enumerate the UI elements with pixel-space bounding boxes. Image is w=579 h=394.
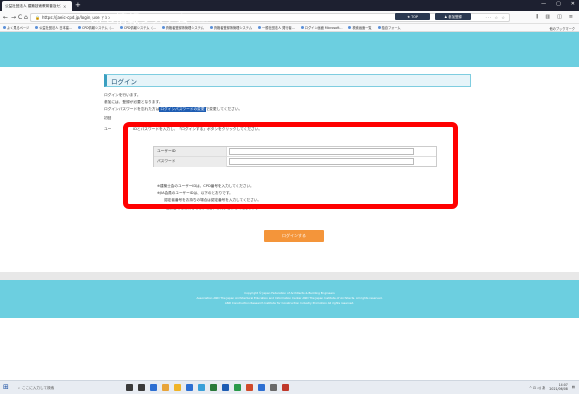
bookmark-item[interactable]: よく見るページ — [3, 25, 29, 30]
top-button[interactable]: ★ TOP — [395, 13, 430, 20]
password-change-link[interactable]: ログインパスワードの変更 — [159, 107, 206, 112]
bookmarks-bar: よく見るページ 公益社団法人 日本建... CPD情報システム（... CPD情… — [0, 24, 579, 32]
home-icon: ★ — [407, 14, 411, 19]
taskbar-app-icon[interactable] — [210, 384, 217, 391]
bookmark-icon — [3, 26, 6, 29]
taskbar-app-icon[interactable] — [174, 384, 181, 391]
taskbar-app-icon[interactable] — [138, 384, 145, 391]
taskbar-app-icon[interactable] — [186, 384, 193, 391]
window-controls: — ▢ ✕ — [541, 1, 575, 7]
menu-icon[interactable]: ≡ — [569, 14, 573, 20]
maximize-icon[interactable]: ▢ — [556, 1, 561, 7]
footer-copyright: Copyright © Japan Federation of Architec… — [244, 291, 335, 295]
bookmark-icon — [35, 26, 39, 29]
search-placeholder: ここに入力して検索 — [22, 385, 55, 390]
site-subtitle: 参加者用 — [193, 17, 209, 22]
taskbar: ⊞ ⌕ ここに入力して検索 ^ ⊡ ◁) あ 14:07 2021/06/08 … — [0, 380, 579, 394]
taskbar-app-icon[interactable] — [150, 384, 157, 391]
navigation-bar: ← → C ⌂ 🔒 https://jaeic-cpd.jp/login_use… — [0, 11, 579, 24]
info-text-pre: ログインパスワードを忘れた方は — [104, 107, 160, 111]
close-window-icon[interactable]: ✕ — [571, 1, 575, 7]
page-actions-icon[interactable]: ··· ☆ ☆ — [485, 15, 506, 20]
taskbar-app-icon[interactable] — [282, 384, 289, 391]
taskbar-app-icon[interactable] — [258, 384, 265, 391]
bookmark-item[interactable]: 一般社団法人 発行者... — [258, 25, 295, 30]
screenshot-icon[interactable]: ◫ — [557, 14, 562, 20]
bookmark-icon — [209, 26, 213, 29]
taskbar-app-icon[interactable] — [198, 384, 205, 391]
home-icon[interactable]: ⌂ — [24, 14, 28, 21]
site-title[interactable]: CPD情報システム — [90, 10, 188, 27]
taskbar-app-icon[interactable] — [234, 384, 241, 391]
bookmark-icon — [348, 26, 352, 29]
highlight-annotation — [123, 122, 458, 209]
top-button-label: TOP — [411, 14, 418, 19]
footer-separator — [0, 272, 579, 280]
tray-icons[interactable]: ^ ⊡ ◁) あ — [529, 385, 545, 390]
bookmark-item[interactable]: 資格者登録簿管理システム — [209, 25, 252, 30]
taskbar-search[interactable]: ⌕ ここに入力して検索 — [15, 383, 118, 393]
bookmark-icon — [78, 26, 81, 29]
forward-icon[interactable]: → — [11, 14, 16, 21]
info-text-post: で変更してください。 — [205, 107, 243, 111]
info-text: ログインを行います。 — [104, 93, 141, 97]
clock[interactable]: 14:07 2021/06/08 — [549, 383, 567, 391]
taskbar-app-icon[interactable] — [270, 384, 277, 391]
bookmark-item[interactable]: 独自フォーム — [377, 25, 401, 30]
bookmark-icon — [258, 26, 262, 29]
search-icon: ⌕ — [18, 386, 21, 390]
bookmark-icon — [300, 26, 304, 29]
toolbar-icons: ⫼ ▥ ◫ ≡ — [536, 14, 573, 20]
system-tray: ^ ⊡ ◁) あ 14:07 2021/06/08 ▤ — [529, 383, 575, 391]
footer-copyright: Association AND The Japan Architectural … — [196, 296, 383, 300]
notification-icon[interactable]: ▤ — [572, 385, 575, 389]
clock-date: 2021/06/08 — [549, 387, 568, 391]
windows-start-icon[interactable]: ⊞ — [3, 383, 9, 392]
taskbar-app-icon[interactable] — [222, 384, 229, 391]
info-text: 参加には、登録が必要となります。 — [104, 100, 163, 104]
sidebar-icon[interactable]: ▥ — [545, 14, 550, 20]
info-text: ログインパスワードを忘れた方はログインパスワードの変更で変更してください。 — [104, 107, 242, 112]
info-text: 初回 — [104, 116, 112, 120]
login-button[interactable]: ログインする — [264, 230, 324, 242]
library-icon[interactable]: ⫼ — [536, 14, 538, 20]
info-text: ユー — [104, 127, 112, 131]
register-button[interactable]: ♟ 参加登録 — [435, 13, 471, 20]
back-icon[interactable]: ← — [3, 14, 8, 21]
other-bookmarks[interactable]: 他のブックマーク — [550, 26, 576, 31]
tab-title: 公益社団法人 建築技術教育普及センター — [5, 3, 61, 8]
bookmark-item[interactable]: 公益社団法人 日本建... — [35, 25, 72, 30]
browser-tab[interactable]: 公益社団法人 建築技術教育普及センター × — [2, 1, 72, 11]
taskbar-app-icon[interactable] — [246, 384, 253, 391]
site-footer: Copyright © Japan Federation of Architec… — [0, 280, 579, 318]
user-icon: ♟ — [444, 14, 448, 19]
reload-icon[interactable]: C — [18, 14, 22, 21]
bookmark-icon — [377, 26, 381, 29]
tab-strip: 公益社団法人 建築技術教育普及センター × + — ▢ ✕ — [0, 0, 579, 11]
register-button-label: 参加登録 — [448, 15, 462, 19]
new-tab-icon[interactable]: + — [75, 1, 81, 10]
bookmark-item[interactable]: 検索画面一覧 — [348, 25, 372, 30]
tab-close-icon[interactable]: × — [63, 4, 66, 9]
site-header — [0, 32, 579, 67]
lock-icon: 🔒 — [35, 15, 40, 20]
footer-copyright: AND Construction Research Institute for … — [224, 301, 355, 305]
taskbar-app-icon[interactable] — [126, 384, 133, 391]
taskbar-app-icon[interactable] — [162, 384, 169, 391]
page-title: ログイン — [104, 74, 471, 87]
bookmark-item[interactable]: ログイン画面 Microsoft... — [300, 25, 342, 30]
minimize-icon[interactable]: — — [541, 1, 546, 7]
